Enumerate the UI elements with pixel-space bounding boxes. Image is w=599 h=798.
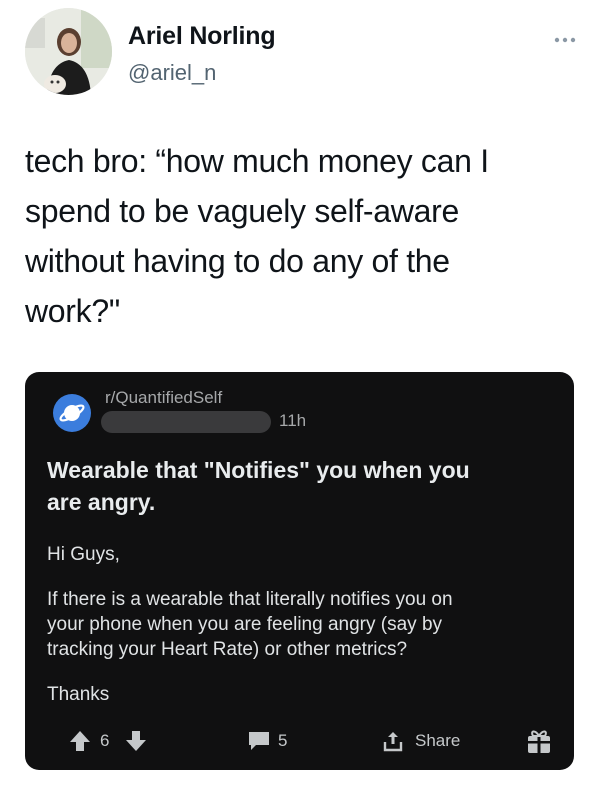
- tweet-text-line: without having to do any of the: [25, 243, 450, 279]
- post-greeting: Hi Guys,: [47, 544, 120, 565]
- post-question-line: your phone when you are feeling angry (s…: [47, 614, 443, 635]
- post-time: 11h: [279, 411, 307, 430]
- post-question-line: tracking your Heart Rate) or other metri…: [47, 639, 408, 660]
- tweet-text-line: spend to be vaguely self-aware: [25, 193, 459, 229]
- avatar-photo: [25, 8, 112, 95]
- comment-count: 5: [278, 731, 288, 750]
- downvote-arrow-icon[interactable]: [125, 724, 147, 758]
- post-question-line: If there is a wearable that literally no…: [47, 589, 453, 610]
- post-title-line: are angry.: [47, 489, 156, 515]
- tweet-text-line: tech bro: “how much money can I: [25, 143, 489, 179]
- tweet-text-line: work?": [25, 293, 120, 329]
- award-gift-icon[interactable]: [525, 724, 553, 758]
- planet-icon: [53, 394, 91, 432]
- post-title-line: Wearable that "Notifies" you when you: [47, 457, 470, 483]
- post-title: Wearable that "Notifies" you when you ar…: [47, 454, 557, 518]
- vote-count: 6: [100, 731, 110, 750]
- post-action-bar: 6 5 Share: [25, 724, 574, 758]
- more-horizontal-icon[interactable]: [545, 30, 585, 50]
- share-button[interactable]: Share: [415, 724, 460, 758]
- post-signoff: Thanks: [47, 684, 110, 705]
- reddit-post-card: r/QuantifiedSelf 11h Wearable that "Noti…: [25, 372, 574, 770]
- post-body: Hi Guys, If there is a wearable that lit…: [47, 542, 557, 727]
- author-name[interactable]: Ariel Norling: [128, 22, 276, 51]
- subreddit-name[interactable]: r/QuantifiedSelf: [105, 388, 222, 408]
- tweet-header: Ariel Norling @ariel_n: [25, 8, 585, 98]
- comment-icon[interactable]: [247, 724, 271, 758]
- post-question: If there is a wearable that literally no…: [47, 587, 557, 662]
- tweet-text: tech bro: “how much money can I spend to…: [25, 136, 570, 336]
- upvote-arrow-icon[interactable]: [69, 724, 91, 758]
- avatar[interactable]: [25, 8, 112, 95]
- share-icon[interactable]: [381, 724, 405, 758]
- author-handle[interactable]: @ariel_n: [128, 60, 216, 86]
- redacted-username: [101, 411, 271, 433]
